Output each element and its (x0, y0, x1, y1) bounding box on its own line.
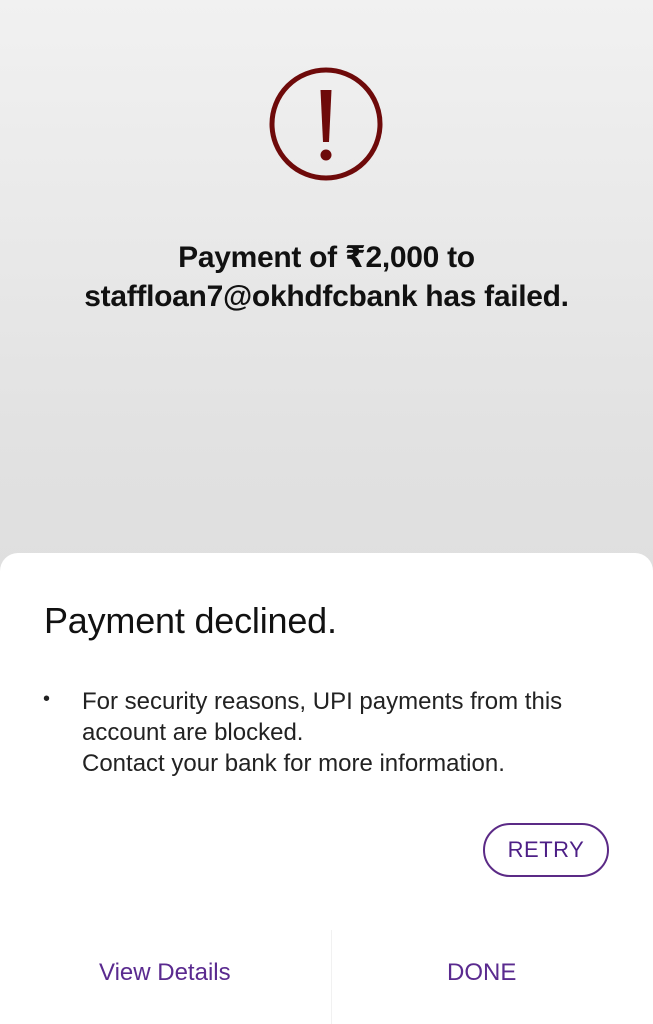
bullet-dot: • (43, 688, 51, 710)
failure-message-line-1: Payment of ₹2,000 to (178, 241, 475, 274)
decline-reason: For security reasons, UPI payments from … (82, 686, 562, 779)
failure-message: Payment of ₹2,000 to staffloan7@okhdfcba… (0, 238, 653, 316)
retry-button[interactable]: RETRY (483, 823, 609, 877)
view-details-button[interactable]: View Details (99, 952, 245, 994)
done-button[interactable]: DONE (447, 952, 519, 994)
decline-reason-line-1: For security reasons, UPI payments from … (82, 688, 563, 715)
dialog-title: Payment declined. (44, 600, 337, 641)
footer-divider (331, 930, 332, 1024)
decline-reason-line-2: account are blocked. (82, 719, 304, 746)
failure-message-line-2: staffloan7@okhdfcbank has failed. (84, 280, 569, 313)
decline-reason-line-3: Contact your bank for more information. (82, 750, 505, 777)
exclamation-circle-icon (269, 67, 383, 181)
